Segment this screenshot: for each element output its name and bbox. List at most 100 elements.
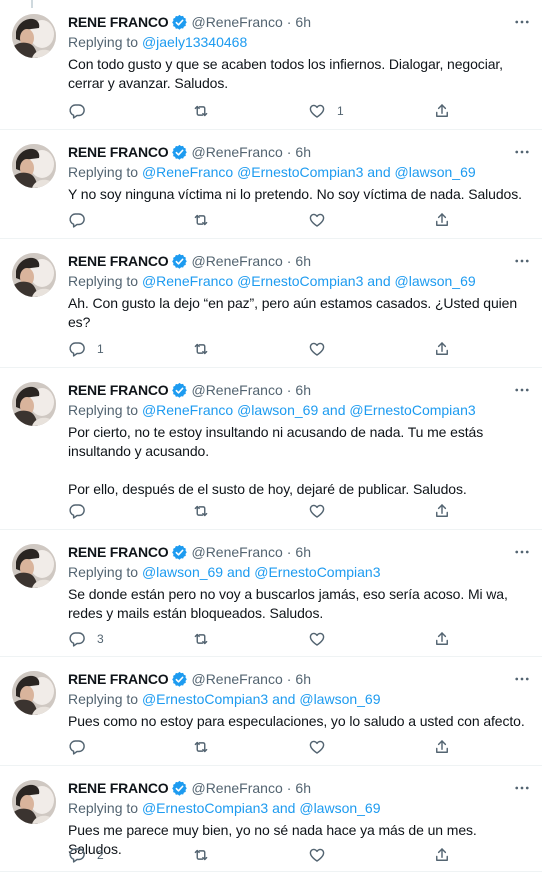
tweet[interactable]: RENE FRANCO @ReneFranco · 6h Replying to @la… [0, 530, 542, 657]
author-handle[interactable]: @ReneFranco [191, 544, 282, 560]
reply-button[interactable] [68, 737, 97, 757]
author-name[interactable]: RENE FRANCO [68, 14, 169, 30]
mention-link[interactable]: @ReneFranco @ErnestoCompian3 [142, 273, 363, 289]
share-button[interactable] [433, 845, 451, 865]
tweet[interactable]: RENE FRANCO @ReneFranco · 6h Replying to @Er… [0, 657, 542, 766]
tweet[interactable]: RENE FRANCO @ReneFranco · 6h Replying to @Re… [0, 130, 542, 239]
tweet[interactable]: RENE FRANCO @ReneFranco · 6h Replying to @Re… [0, 368, 542, 530]
mention-link[interactable]: @ErnestoCompian3 [142, 691, 268, 707]
verified-badge-icon [171, 382, 188, 399]
heart-icon [308, 846, 326, 864]
avatar[interactable] [12, 780, 56, 824]
author-handle[interactable]: @ReneFranco [191, 253, 282, 269]
replying-prefix: Replying to [68, 800, 142, 816]
author-handle[interactable]: @ReneFranco [191, 671, 282, 687]
mention-link[interactable]: @lawson_69 [299, 800, 380, 816]
mention-link[interactable]: @ReneFranco @lawson_69 [142, 402, 318, 418]
timestamp[interactable]: 6h [295, 14, 311, 30]
author-handle[interactable]: @ReneFranco [191, 144, 282, 160]
replying-prefix: Replying to [68, 273, 142, 289]
avatar[interactable] [12, 144, 56, 188]
avatar[interactable] [12, 544, 56, 588]
retweet-button[interactable] [192, 845, 221, 865]
mention-link[interactable]: @ErnestoCompian3 [142, 800, 268, 816]
like-button[interactable] [308, 339, 337, 359]
like-button[interactable] [308, 629, 337, 649]
retweet-button[interactable] [192, 210, 221, 230]
author-handle[interactable]: @ReneFranco [191, 14, 282, 30]
mention-joiner: and [268, 800, 300, 816]
retweet-button[interactable] [192, 339, 221, 359]
tweet-text: Se donde están pero no voy a buscarlos j… [68, 586, 512, 621]
author-name[interactable]: RENE FRANCO [68, 382, 169, 398]
author-name[interactable]: RENE FRANCO [68, 671, 169, 687]
mention-link[interactable]: @lawson_69 [142, 564, 223, 580]
replying-prefix: Replying to [68, 34, 142, 50]
share-button[interactable] [433, 339, 451, 359]
mention-joiner: and [363, 164, 395, 180]
replying-to: Replying to @ReneFranco @lawson_69 and @… [68, 400, 530, 420]
mention-joiner: and [223, 564, 255, 580]
author-handle[interactable]: @ReneFranco [191, 382, 282, 398]
mention-link[interactable]: @ReneFranco @ErnestoCompian3 [142, 164, 363, 180]
timestamp[interactable]: 6h [295, 382, 311, 398]
reply-icon [68, 738, 86, 756]
reply-button[interactable] [68, 210, 97, 230]
retweet-button[interactable] [192, 501, 221, 521]
tweet[interactable]: RENE FRANCO @ReneFranco · 6h Replying to @Er… [0, 766, 542, 872]
avatar[interactable] [12, 253, 56, 297]
reply-button[interactable]: 2 [68, 845, 104, 865]
like-button[interactable]: 1 [308, 101, 344, 121]
tweet-actions [68, 737, 468, 757]
separator-dot: · [286, 382, 292, 398]
mention-link[interactable]: @jaely13340468 [142, 34, 247, 50]
reply-button[interactable]: 1 [68, 339, 104, 359]
replying-to: Replying to @lawson_69 and @ErnestoCompi… [68, 562, 530, 582]
verified-badge-icon [171, 671, 188, 688]
mention-link[interactable]: @lawson_69 [395, 164, 476, 180]
share-button[interactable] [433, 210, 451, 230]
like-button[interactable] [308, 210, 337, 230]
share-button[interactable] [433, 629, 451, 649]
like-button[interactable] [308, 737, 337, 757]
share-button[interactable] [433, 737, 451, 757]
like-button[interactable] [308, 845, 337, 865]
retweet-button[interactable] [192, 629, 221, 649]
tweet-actions: 1 [68, 101, 468, 121]
author-name[interactable]: RENE FRANCO [68, 144, 169, 160]
share-button[interactable] [433, 501, 451, 521]
mention-link[interactable]: @lawson_69 [395, 273, 476, 289]
avatar[interactable] [12, 382, 56, 426]
timestamp[interactable]: 6h [295, 144, 311, 160]
timestamp[interactable]: 6h [295, 544, 311, 560]
timestamp[interactable]: 6h [295, 253, 311, 269]
author-name[interactable]: RENE FRANCO [68, 544, 169, 560]
retweet-icon [192, 738, 210, 756]
retweet-button[interactable] [192, 737, 221, 757]
reply-button[interactable] [68, 101, 97, 121]
reply-count: 2 [97, 848, 104, 862]
author-handle[interactable]: @ReneFranco [191, 780, 282, 796]
timestamp[interactable]: 6h [295, 671, 311, 687]
tweet-feed: RENE FRANCO @ReneFranco · 6h Replying to @ja… [0, 0, 542, 872]
replying-to: Replying to @ReneFranco @ErnestoCompian3… [68, 271, 530, 291]
mention-link[interactable]: @ErnestoCompian3 [349, 402, 475, 418]
retweet-button[interactable] [192, 101, 221, 121]
tweet[interactable]: RENE FRANCO @ReneFranco · 6h Replying to @Re… [0, 239, 542, 368]
avatar[interactable] [12, 671, 56, 715]
tweet[interactable]: RENE FRANCO @ReneFranco · 6h Replying to @ja… [0, 0, 542, 130]
reply-button[interactable]: 3 [68, 629, 104, 649]
like-button[interactable] [308, 501, 337, 521]
tweet-content: RENE FRANCO @ReneFranco · 6h Replying to @Re… [68, 380, 530, 499]
author-name[interactable]: RENE FRANCO [68, 253, 169, 269]
avatar[interactable] [12, 14, 56, 58]
tweet-text: Ah. Con gusto la dejo “en paz”, pero aún… [68, 295, 521, 330]
mention-link[interactable]: @lawson_69 [299, 691, 380, 707]
author-name[interactable]: RENE FRANCO [68, 780, 169, 796]
separator-dot: · [286, 780, 292, 796]
tweet-actions: 2 [68, 845, 468, 865]
reply-button[interactable] [68, 501, 97, 521]
mention-link[interactable]: @ErnestoCompian3 [254, 564, 380, 580]
share-button[interactable] [433, 101, 451, 121]
timestamp[interactable]: 6h [295, 780, 311, 796]
